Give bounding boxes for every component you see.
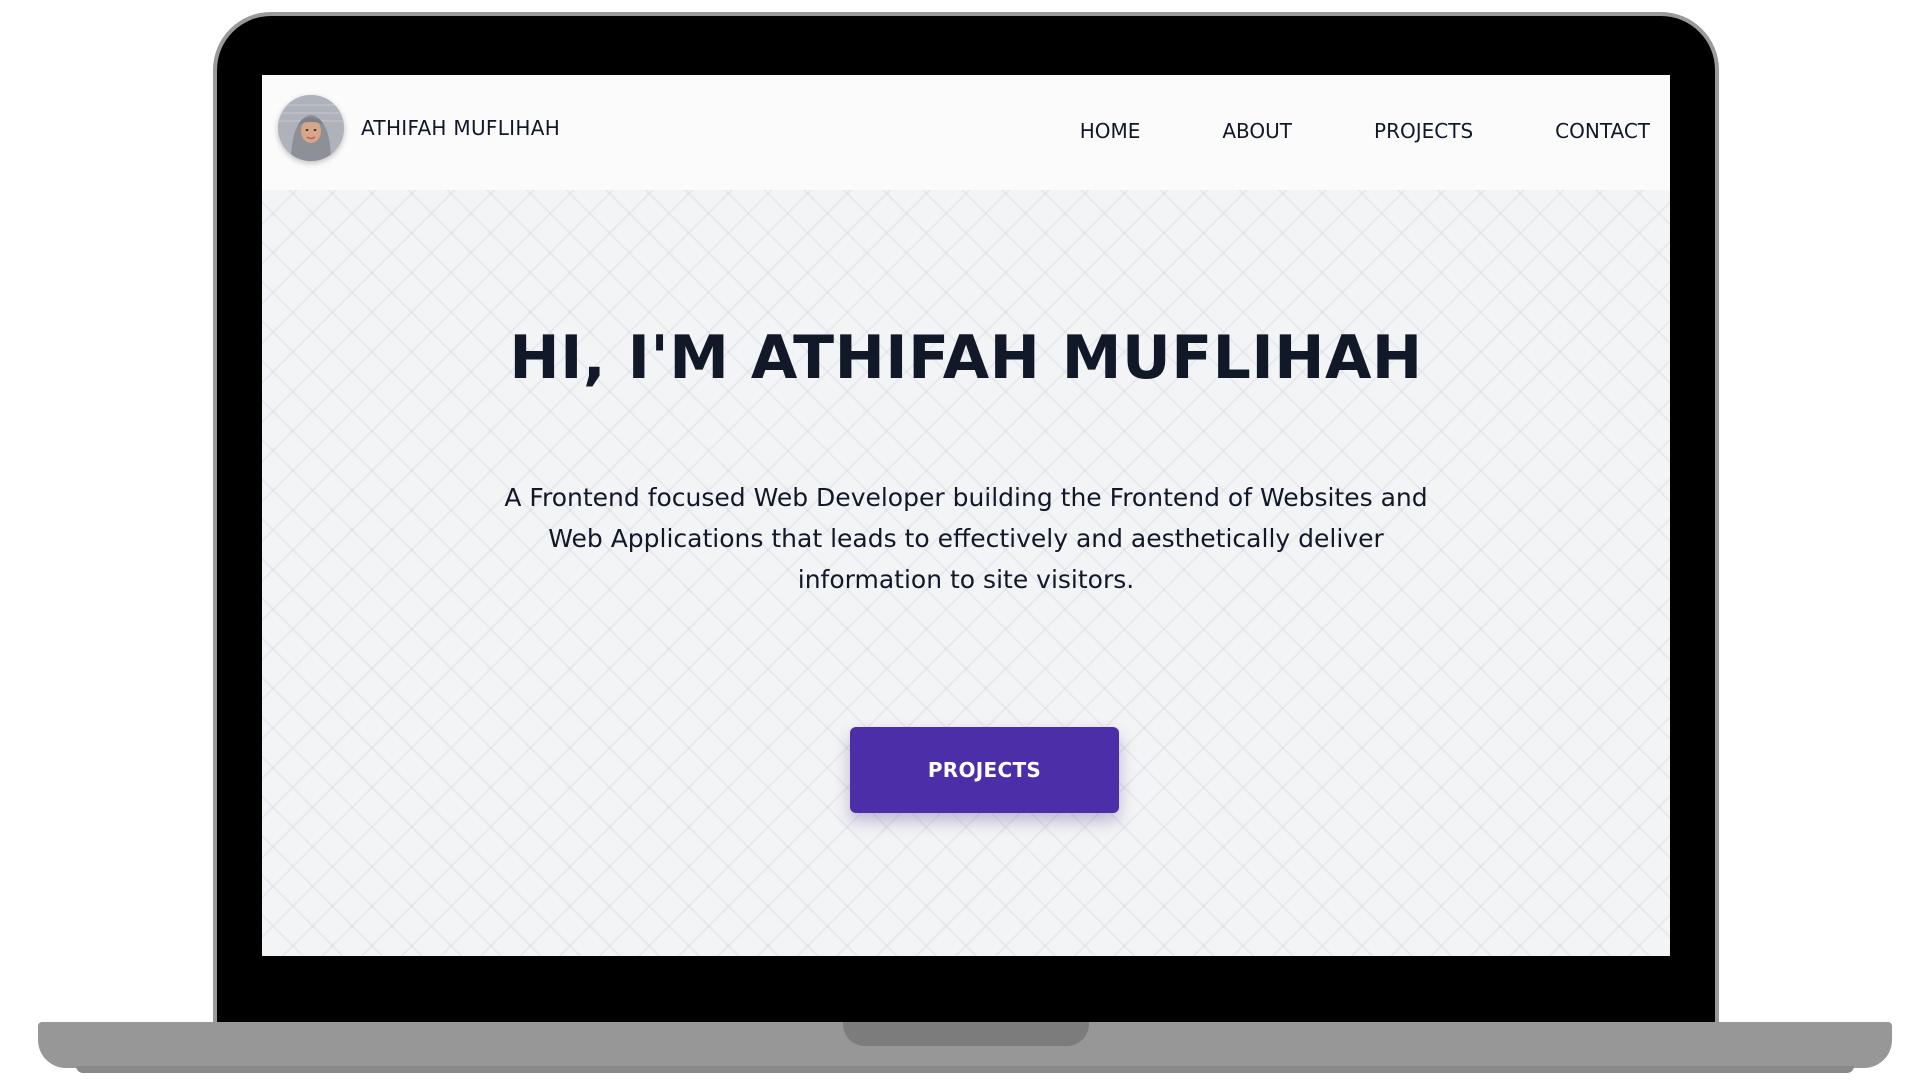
laptop-notch bbox=[843, 1022, 1089, 1046]
projects-button[interactable]: PROJECTS bbox=[850, 727, 1119, 813]
nav-link-projects[interactable]: PROJECTS bbox=[1374, 119, 1473, 143]
profile-photo-icon bbox=[278, 95, 344, 161]
hero-section: HI, I'M ATHIFAH MUFLIHAH A Frontend focu… bbox=[262, 190, 1670, 956]
hero-description: A Frontend focused Web Developer buildin… bbox=[504, 483, 1428, 594]
nav-link-home[interactable]: HOME bbox=[1080, 119, 1141, 143]
avatar bbox=[278, 95, 344, 161]
brand[interactable]: ATHIFAH MUFLIHAH bbox=[278, 95, 560, 161]
navbar: ATHIFAH MUFLIHAH HOME ABOUT PROJECTS CON… bbox=[262, 75, 1670, 190]
hero-title: HI, I'M ATHIFAH MUFLIHAH bbox=[509, 323, 1423, 393]
laptop-base-edge bbox=[76, 1066, 1854, 1073]
nav-links: HOME ABOUT PROJECTS CONTACT bbox=[1080, 119, 1650, 143]
nav-link-about[interactable]: ABOUT bbox=[1222, 119, 1292, 143]
brand-name: ATHIFAH MUFLIHAH bbox=[361, 116, 561, 140]
laptop-screen: ATHIFAH MUFLIHAH HOME ABOUT PROJECTS CON… bbox=[262, 75, 1670, 956]
nav-link-contact[interactable]: CONTACT bbox=[1555, 119, 1650, 143]
